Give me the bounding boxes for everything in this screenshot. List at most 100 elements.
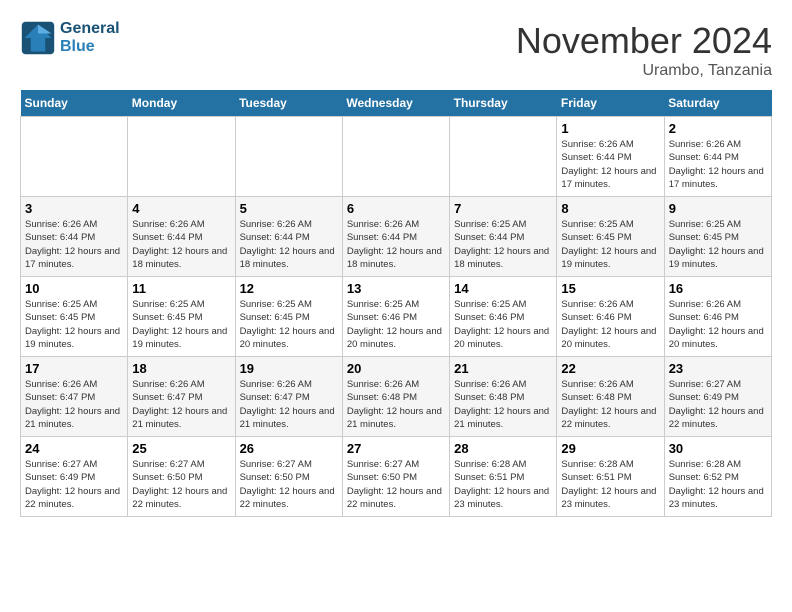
calendar-cell: 8 Sunrise: 6:25 AM Sunset: 6:45 PM Daylig…: [557, 197, 664, 277]
day-info: Sunrise: 6:27 AM Sunset: 6:50 PM Dayligh…: [347, 458, 445, 511]
calendar-cell: 1 Sunrise: 6:26 AM Sunset: 6:44 PM Daylig…: [557, 117, 664, 197]
day-number: 19: [240, 361, 338, 376]
day-number: 7: [454, 201, 552, 216]
day-info: Sunrise: 6:26 AM Sunset: 6:47 PM Dayligh…: [240, 378, 338, 431]
header-saturday: Saturday: [664, 90, 771, 117]
calendar-cell: 29 Sunrise: 6:28 AM Sunset: 6:51 PM Dayli…: [557, 437, 664, 517]
day-number: 17: [25, 361, 123, 376]
calendar-cell: 24 Sunrise: 6:27 AM Sunset: 6:49 PM Dayli…: [21, 437, 128, 517]
day-info: Sunrise: 6:26 AM Sunset: 6:44 PM Dayligh…: [561, 138, 659, 191]
location: Urambo, Tanzania: [516, 62, 772, 80]
day-info: Sunrise: 6:28 AM Sunset: 6:51 PM Dayligh…: [454, 458, 552, 511]
day-info: Sunrise: 6:26 AM Sunset: 6:47 PM Dayligh…: [25, 378, 123, 431]
calendar-cell: 21Sunrise: 6:26 AM Sunset: 6:48 PM Dayli…: [450, 357, 557, 437]
day-number: 2: [669, 121, 767, 136]
calendar-cell: 30 Sunrise: 6:28 AM Sunset: 6:52 PM Dayli…: [664, 437, 771, 517]
week-row-1: 1 Sunrise: 6:26 AM Sunset: 6:44 PM Daylig…: [21, 117, 772, 197]
header-row: SundayMondayTuesdayWednesdayThursdayFrid…: [21, 90, 772, 117]
day-info: Sunrise: 6:27 AM Sunset: 6:50 PM Dayligh…: [132, 458, 230, 511]
day-info: Sunrise: 6:26 AM Sunset: 6:44 PM Dayligh…: [132, 218, 230, 271]
week-row-3: 10 Sunrise: 6:25 AM Sunset: 6:45 PM Dayli…: [21, 277, 772, 357]
calendar-cell: 14 Sunrise: 6:25 AM Sunset: 6:46 PM Dayli…: [450, 277, 557, 357]
day-number: 3: [25, 201, 123, 216]
day-number: 25: [132, 441, 230, 456]
header-monday: Monday: [128, 90, 235, 117]
logo-text: General Blue: [60, 20, 120, 56]
day-info: Sunrise: 6:25 AM Sunset: 6:44 PM Dayligh…: [454, 218, 552, 271]
header-sunday: Sunday: [21, 90, 128, 117]
week-row-5: 24 Sunrise: 6:27 AM Sunset: 6:49 PM Dayli…: [21, 437, 772, 517]
calendar-cell: 13 Sunrise: 6:25 AM Sunset: 6:46 PM Dayli…: [342, 277, 449, 357]
day-info: Sunrise: 6:26 AM Sunset: 6:44 PM Dayligh…: [25, 218, 123, 271]
day-number: 23: [669, 361, 767, 376]
day-info: Sunrise: 6:26 AM Sunset: 6:44 PM Dayligh…: [347, 218, 445, 271]
calendar-cell: 6 Sunrise: 6:26 AM Sunset: 6:44 PM Daylig…: [342, 197, 449, 277]
calendar-header: SundayMondayTuesdayWednesdayThursdayFrid…: [21, 90, 772, 117]
day-number: 18: [132, 361, 230, 376]
day-info: Sunrise: 6:26 AM Sunset: 6:47 PM Dayligh…: [132, 378, 230, 431]
day-info: Sunrise: 6:25 AM Sunset: 6:46 PM Dayligh…: [347, 298, 445, 351]
day-info: Sunrise: 6:25 AM Sunset: 6:45 PM Dayligh…: [561, 218, 659, 271]
day-number: 21: [454, 361, 552, 376]
day-info: Sunrise: 6:27 AM Sunset: 6:49 PM Dayligh…: [25, 458, 123, 511]
day-number: 13: [347, 281, 445, 296]
week-row-2: 3 Sunrise: 6:26 AM Sunset: 6:44 PM Daylig…: [21, 197, 772, 277]
calendar-cell: 19 Sunrise: 6:26 AM Sunset: 6:47 PM Dayli…: [235, 357, 342, 437]
calendar-cell: 4 Sunrise: 6:26 AM Sunset: 6:44 PM Daylig…: [128, 197, 235, 277]
calendar-cell: 23 Sunrise: 6:27 AM Sunset: 6:49 PM Dayli…: [664, 357, 771, 437]
calendar-cell: 20Sunrise: 6:26 AM Sunset: 6:48 PM Dayli…: [342, 357, 449, 437]
day-info: Sunrise: 6:27 AM Sunset: 6:50 PM Dayligh…: [240, 458, 338, 511]
day-info: Sunrise: 6:26 AM Sunset: 6:48 PM Dayligh…: [561, 378, 659, 431]
day-info: Sunrise: 6:25 AM Sunset: 6:45 PM Dayligh…: [25, 298, 123, 351]
calendar-cell: 26Sunrise: 6:27 AM Sunset: 6:50 PM Dayli…: [235, 437, 342, 517]
calendar-cell: [235, 117, 342, 197]
calendar-cell: 28 Sunrise: 6:28 AM Sunset: 6:51 PM Dayli…: [450, 437, 557, 517]
header-friday: Friday: [557, 90, 664, 117]
calendar-cell: 11 Sunrise: 6:25 AM Sunset: 6:45 PM Dayli…: [128, 277, 235, 357]
calendar-cell: 27 Sunrise: 6:27 AM Sunset: 6:50 PM Dayli…: [342, 437, 449, 517]
day-number: 6: [347, 201, 445, 216]
day-number: 24: [25, 441, 123, 456]
day-number: 28: [454, 441, 552, 456]
calendar-cell: 15Sunrise: 6:26 AM Sunset: 6:46 PM Dayli…: [557, 277, 664, 357]
calendar-table: SundayMondayTuesdayWednesdayThursdayFrid…: [20, 90, 772, 517]
day-info: Sunrise: 6:26 AM Sunset: 6:44 PM Dayligh…: [669, 138, 767, 191]
header-wednesday: Wednesday: [342, 90, 449, 117]
day-number: 1: [561, 121, 659, 136]
calendar-cell: [450, 117, 557, 197]
month-title: November 2024: [516, 20, 772, 62]
day-info: Sunrise: 6:27 AM Sunset: 6:49 PM Dayligh…: [669, 378, 767, 431]
day-number: 14: [454, 281, 552, 296]
day-info: Sunrise: 6:28 AM Sunset: 6:52 PM Dayligh…: [669, 458, 767, 511]
calendar-cell: 16Sunrise: 6:26 AM Sunset: 6:46 PM Dayli…: [664, 277, 771, 357]
day-number: 9: [669, 201, 767, 216]
week-row-4: 17 Sunrise: 6:26 AM Sunset: 6:47 PM Dayli…: [21, 357, 772, 437]
header-thursday: Thursday: [450, 90, 557, 117]
calendar-cell: 12Sunrise: 6:25 AM Sunset: 6:45 PM Dayli…: [235, 277, 342, 357]
header-tuesday: Tuesday: [235, 90, 342, 117]
day-number: 20: [347, 361, 445, 376]
day-number: 30: [669, 441, 767, 456]
calendar-cell: [21, 117, 128, 197]
day-info: Sunrise: 6:25 AM Sunset: 6:46 PM Dayligh…: [454, 298, 552, 351]
day-info: Sunrise: 6:28 AM Sunset: 6:51 PM Dayligh…: [561, 458, 659, 511]
logo: General Blue: [20, 20, 120, 56]
calendar-cell: 2 Sunrise: 6:26 AM Sunset: 6:44 PM Daylig…: [664, 117, 771, 197]
day-info: Sunrise: 6:25 AM Sunset: 6:45 PM Dayligh…: [132, 298, 230, 351]
calendar-body: 1 Sunrise: 6:26 AM Sunset: 6:44 PM Daylig…: [21, 117, 772, 517]
day-number: 27: [347, 441, 445, 456]
day-number: 22: [561, 361, 659, 376]
calendar-cell: 7 Sunrise: 6:25 AM Sunset: 6:44 PM Daylig…: [450, 197, 557, 277]
calendar-cell: 3 Sunrise: 6:26 AM Sunset: 6:44 PM Daylig…: [21, 197, 128, 277]
day-number: 10: [25, 281, 123, 296]
day-info: Sunrise: 6:26 AM Sunset: 6:44 PM Dayligh…: [240, 218, 338, 271]
day-number: 29: [561, 441, 659, 456]
page-header: General Blue November 2024 Urambo, Tanza…: [20, 20, 772, 80]
logo-icon: [20, 20, 56, 56]
day-number: 4: [132, 201, 230, 216]
calendar-cell: 9 Sunrise: 6:25 AM Sunset: 6:45 PM Daylig…: [664, 197, 771, 277]
day-number: 11: [132, 281, 230, 296]
day-info: Sunrise: 6:25 AM Sunset: 6:45 PM Dayligh…: [669, 218, 767, 271]
day-info: Sunrise: 6:25 AM Sunset: 6:45 PM Dayligh…: [240, 298, 338, 351]
day-number: 8: [561, 201, 659, 216]
